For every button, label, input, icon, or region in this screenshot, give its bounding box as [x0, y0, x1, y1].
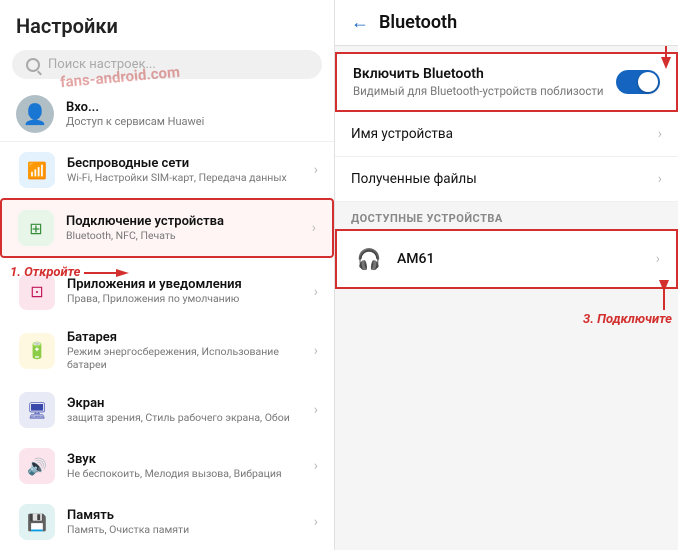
memory-sub: Память, Очистка памяти [67, 523, 189, 537]
device-name: AM61 [397, 251, 434, 267]
chevron-icon: › [314, 284, 318, 300]
search-placeholder: Поиск настроек... [48, 57, 156, 72]
apps-sub: Права, Приложения по умолчанию [67, 292, 242, 306]
avatar: 👤 [16, 95, 54, 133]
memory-text: Память Память, Очистка памяти [67, 508, 189, 537]
device-row-wrapper: 🎧 AM61 › 3. Подключите [335, 229, 678, 289]
chevron-icon: › [314, 402, 318, 418]
connect-arrow-up-icon [644, 280, 672, 312]
annotation-open: 1. Откройте [10, 265, 129, 280]
battery-icon: 🔋 [19, 333, 55, 369]
available-devices-header: ДОСТУПНЫЕ УСТРОЙСТВА [335, 202, 678, 229]
display-sub: защита зрения, Стиль рабочего экрана, Об… [67, 411, 290, 425]
annotation-enable-wrapper: 2. Включите [600, 46, 674, 69]
sidebar-item-wifi[interactable]: 📶 Беспроводные сети Wi-Fi, Настройки SIM… [0, 142, 334, 198]
bluetooth-toggle[interactable] [616, 70, 660, 94]
device-sub: Bluetooth, NFC, Печать [66, 229, 224, 243]
battery-text: Батарея Режим энергосбережения, Использо… [67, 330, 302, 372]
sidebar-item-device[interactable]: ⊞ Подключение устройства Bluetooth, NFC,… [0, 198, 334, 258]
right-header: ← Bluetooth [335, 0, 678, 46]
right-title: Bluetooth [379, 12, 457, 33]
user-row[interactable]: 👤 Вхо... Доступ к сервисам Huawei fans-a… [0, 87, 334, 142]
memory-icon: 💾 [19, 504, 55, 540]
headphone-icon: 🎧 [353, 243, 385, 275]
annotation-open-label: 1. Откройте [10, 265, 80, 280]
device-name-row[interactable]: Имя устройства › [335, 112, 678, 157]
page-title: Настройки [0, 0, 334, 46]
user-info: Вхо... Доступ к сервисам Huawei [66, 100, 204, 128]
bt-toggle-row: Включить Bluetooth Видимый для Bluetooth… [353, 66, 660, 98]
display-text: Экран защита зрения, Стиль рабочего экра… [67, 396, 290, 425]
search-icon [26, 58, 40, 72]
received-files-row[interactable]: Полученные файлы › [335, 157, 678, 202]
user-name: Вхо... [66, 100, 204, 115]
received-files-label: Полученные файлы [351, 171, 658, 187]
device-name-label: Имя устройства [351, 126, 658, 142]
search-bar[interactable]: Поиск настроек... [12, 50, 322, 79]
bluetooth-toggle-wrapper: Включить Bluetooth Видимый для Bluetooth… [335, 52, 678, 112]
annotation-connect-wrapper: 3. Подключите [583, 280, 672, 327]
sidebar-item-memory[interactable]: 💾 Память Память, Очистка памяти › [0, 494, 334, 550]
chevron-icon: › [314, 343, 318, 359]
battery-sub: Режим энергосбережения, Использование ба… [67, 345, 302, 372]
device-text: Подключение устройства Bluetooth, NFC, П… [66, 214, 224, 243]
battery-label: Батарея [67, 330, 302, 345]
right-content: Включить Bluetooth Видимый для Bluetooth… [335, 46, 678, 550]
enable-arrow-icon [646, 46, 674, 69]
display-label: Экран [67, 396, 290, 411]
sound-sub: Не беспокоить, Мелодия вызова, Вибрация [67, 467, 282, 481]
bt-toggle-label: Включить Bluetooth [353, 66, 604, 82]
wifi-icon: 📶 [19, 152, 55, 188]
device-icon: ⊞ [18, 210, 54, 246]
chevron-icon: › [314, 162, 318, 178]
sidebar-item-battery[interactable]: 🔋 Батарея Режим энергосбережения, Исполь… [0, 320, 334, 382]
chevron-icon: › [314, 458, 318, 474]
right-panel: ← Bluetooth Включить Bluetooth Видимый д… [335, 0, 678, 550]
annotation-connect-label: 3. Подключите [583, 312, 672, 327]
left-panel: Настройки Поиск настроек... 👤 Вхо... Дос… [0, 0, 335, 550]
display-icon: 🖥 [19, 392, 55, 428]
sound-label: Звук [67, 452, 282, 467]
chevron-icon: › [314, 514, 318, 530]
chevron-icon: › [658, 171, 662, 187]
wifi-label: Беспроводные сети [67, 156, 287, 171]
wifi-text: Беспроводные сети Wi-Fi, Настройки SIM-к… [67, 156, 287, 185]
bt-toggle-text: Включить Bluetooth Видимый для Bluetooth… [353, 66, 604, 98]
device-item-wrapper: ⊞ Подключение устройства Bluetooth, NFC,… [0, 198, 334, 258]
user-sub: Доступ к сервисам Huawei [66, 115, 204, 128]
sound-icon: 🔊 [19, 448, 55, 484]
chevron-icon: › [312, 220, 316, 236]
chevron-icon: › [656, 251, 660, 267]
back-button[interactable]: ← [351, 12, 369, 33]
sidebar-item-sound[interactable]: 🔊 Звук Не беспокоить, Мелодия вызова, Ви… [0, 438, 334, 494]
chevron-icon: › [658, 126, 662, 142]
sound-text: Звук Не беспокоить, Мелодия вызова, Вибр… [67, 452, 282, 481]
bt-toggle-sub: Видимый для Bluetooth-устройств поблизос… [353, 84, 604, 98]
memory-label: Память [67, 508, 189, 523]
sidebar-item-display[interactable]: 🖥 Экран защита зрения, Стиль рабочего эк… [0, 382, 334, 438]
open-arrow-icon [84, 266, 129, 280]
apps-text: Приложения и уведомления Права, Приложен… [67, 277, 242, 306]
wifi-sub: Wi-Fi, Настройки SIM-карт, Передача данн… [67, 171, 287, 185]
device-label: Подключение устройства [66, 214, 224, 229]
